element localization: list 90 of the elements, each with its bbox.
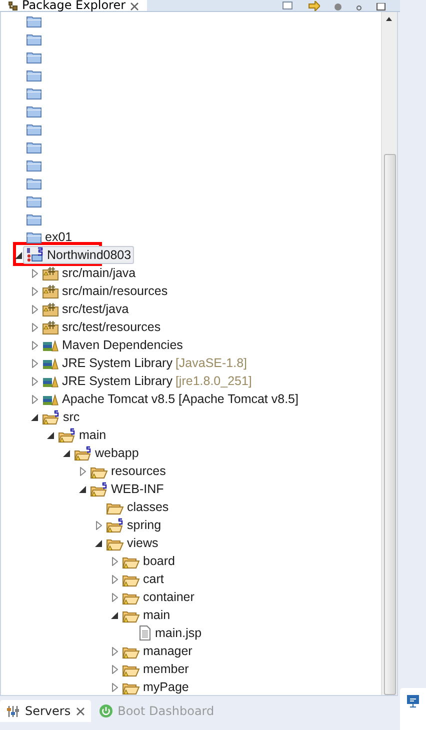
closed-project-icon — [26, 32, 42, 46]
library-icon — [42, 374, 59, 388]
closed-project-icon — [26, 122, 42, 136]
tree-item[interactable]: cart — [119, 570, 167, 588]
collapsed-arrow-icon[interactable] — [32, 376, 38, 386]
library-icon — [42, 392, 59, 406]
package-explorer-icon — [8, 1, 18, 11]
package-folder-icon — [42, 320, 59, 334]
tree-item[interactable]: src/main/resources — [39, 282, 171, 300]
closed-project-icon — [26, 104, 42, 118]
view-tab[interactable]: Servers — [0, 700, 91, 722]
collapsed-arrow-icon[interactable] — [32, 358, 38, 368]
closed-project-icon — [26, 158, 42, 172]
tree-item[interactable]: myPage — [119, 678, 192, 695]
tree-item[interactable]: member — [119, 660, 192, 678]
package-folder-icon — [42, 266, 59, 280]
tree-item[interactable]: resources — [87, 462, 169, 480]
tree-item[interactable]: src — [39, 408, 83, 426]
package-folder-icon — [42, 302, 59, 316]
tree-item[interactable]: main.jsp — [135, 624, 205, 642]
tree-item[interactable]: views — [103, 534, 162, 552]
folder-icon — [74, 446, 92, 460]
collapsed-arrow-icon[interactable] — [112, 574, 118, 584]
tree-item[interactable]: Apache Tomcat v8.5 [Apache Tomcat v8.5] — [39, 390, 302, 408]
tree-item[interactable]: classes — [103, 498, 172, 516]
link-arrow-icon[interactable] — [308, 1, 320, 11]
tree-item[interactable]: container — [119, 588, 198, 606]
closed-project-icon — [26, 50, 42, 64]
servers-icon — [6, 704, 20, 718]
tree-item[interactable]: main — [55, 426, 110, 444]
expanded-arrow-icon[interactable] — [47, 432, 54, 438]
dot-icon[interactable] — [334, 3, 342, 11]
close-icon[interactable] — [76, 706, 85, 716]
library-icon — [42, 356, 59, 370]
tree-item[interactable]: src/test/java — [39, 300, 132, 318]
collapsed-arrow-icon[interactable] — [32, 322, 38, 332]
collapsed-arrow-icon[interactable] — [32, 304, 38, 314]
project-icon — [26, 247, 44, 263]
tree-item[interactable]: src/main/java — [39, 264, 139, 282]
expanded-arrow-icon[interactable] — [15, 252, 22, 258]
closed-project-icon — [26, 194, 42, 208]
monitor-icon[interactable] — [406, 694, 420, 708]
expanded-arrow-icon[interactable] — [111, 612, 118, 618]
expanded-arrow-icon[interactable] — [31, 414, 38, 420]
library-icon — [42, 338, 59, 352]
tree-item[interactable]: src/test/resources — [39, 318, 164, 336]
collapsed-arrow-icon[interactable] — [32, 286, 38, 296]
close-icon[interactable] — [130, 2, 139, 11]
closed-project-icon — [26, 176, 42, 190]
tree-item[interactable]: Maven Dependencies — [39, 336, 186, 354]
tree-item[interactable]: board — [119, 552, 178, 570]
closed-project-icon — [26, 230, 42, 244]
tree-item[interactable]: main — [119, 606, 174, 624]
view-title: Package Explorer — [22, 0, 126, 11]
collapsed-arrow-icon[interactable] — [32, 340, 38, 350]
scrollbar-thumb[interactable] — [384, 154, 396, 695]
collapsed-arrow-icon[interactable] — [112, 592, 118, 602]
collapsed-arrow-icon[interactable] — [112, 682, 118, 692]
collapsed-arrow-icon[interactable] — [112, 556, 118, 566]
collapsed-arrow-icon[interactable] — [96, 520, 102, 530]
tree-item[interactable]: WEB-INF — [87, 480, 167, 498]
folder-icon — [42, 410, 60, 424]
collapsed-arrow-icon[interactable] — [32, 394, 38, 404]
tree-item[interactable]: manager — [119, 642, 196, 660]
closed-project-icon — [26, 14, 42, 28]
collapsed-arrow-icon[interactable] — [32, 268, 38, 278]
expanded-arrow-icon[interactable] — [63, 450, 70, 456]
collapsed-arrow-icon[interactable] — [112, 646, 118, 656]
closed-project-icon — [26, 86, 42, 100]
tree-item[interactable]: JRE System Library [jre1.8.0_251] — [39, 372, 255, 390]
tree-item[interactable]: webapp — [71, 444, 142, 462]
tree-item[interactable]: JRE System Library [JavaSE-1.8] — [39, 354, 250, 372]
package-folder-icon — [42, 284, 59, 298]
folder-icon — [106, 518, 124, 532]
folder-icon — [58, 428, 76, 442]
tree-item[interactable]: Northwind0803 — [23, 246, 134, 264]
tree-item[interactable]: ex01 — [23, 228, 76, 246]
closed-project-icon — [26, 68, 42, 82]
collapsed-arrow-icon[interactable] — [80, 466, 86, 476]
file-icon — [138, 625, 152, 641]
collapsed-arrow-icon[interactable] — [112, 664, 118, 674]
expanded-arrow-icon[interactable] — [95, 540, 102, 546]
folder-icon — [90, 482, 108, 496]
closed-project-icon — [26, 212, 42, 226]
closed-project-icon — [26, 140, 42, 154]
expanded-arrow-icon[interactable] — [79, 486, 86, 492]
scrollbar[interactable] — [381, 12, 397, 695]
tree-item[interactable]: spring — [103, 516, 164, 534]
power-icon — [98, 704, 113, 718]
view-tab[interactable]: Package Explorer — [0, 0, 147, 11]
